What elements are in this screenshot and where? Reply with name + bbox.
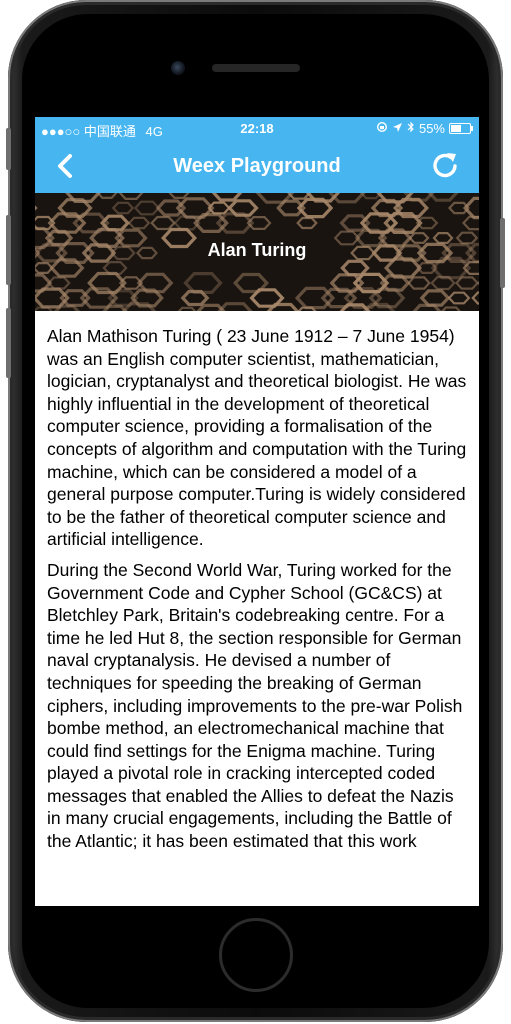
rotation-lock-icon: [376, 121, 388, 136]
volume-down-button: [6, 308, 11, 378]
hexagon-shape: [155, 199, 187, 217]
hexagon-shape: [339, 214, 371, 232]
hexagon-shape: [183, 271, 223, 295]
front-camera: [171, 61, 185, 75]
refresh-button[interactable]: [429, 149, 463, 183]
hexagon-shape: [471, 291, 479, 305]
hexagon-shape: [462, 196, 479, 220]
hexagon-shape: [384, 257, 422, 279]
article-paragraph: During the Second World War, Turing work…: [47, 559, 463, 852]
hexagon-shape: [427, 193, 459, 202]
banner-title: Alan Turing: [207, 240, 307, 260]
bluetooth-icon: [407, 121, 415, 136]
battery-icon: [449, 123, 473, 134]
hexagon-shape: [150, 215, 176, 231]
status-bar: ●●●○○ 中国联通 4G 22:18 55%: [35, 117, 479, 139]
refresh-icon: [433, 153, 457, 178]
article-paragraph: Alan Mathison Turing ( 23 June 1912 – 7 …: [47, 326, 467, 550]
power-button: [500, 218, 505, 288]
hexagon-shape: [412, 303, 442, 311]
hexagon-shape: [441, 306, 461, 311]
page-title: Weex Playground: [173, 155, 341, 177]
hexagon-shape: [340, 259, 370, 277]
battery-percent: 55%: [418, 121, 445, 136]
hero-banner: Alan Turing: [35, 193, 479, 311]
hexagon-shape: [127, 216, 151, 230]
hexagon-shape: [419, 289, 451, 307]
hexagon-shape: [54, 304, 80, 311]
hexagon-shape: [211, 193, 243, 202]
earpiece-speaker: [212, 64, 300, 72]
hexagon-shape: [454, 276, 479, 290]
hexagon-shape: [111, 201, 135, 215]
hexagon-shape: [133, 200, 161, 216]
hexagon-shape: [118, 193, 144, 201]
hexagon-shape: [407, 276, 431, 290]
volume-up-button: [6, 215, 11, 285]
hexagon-shape: [296, 216, 318, 230]
hexagon-shape: [96, 193, 118, 200]
battery-level-fill: [451, 125, 461, 132]
app-screen: ●●●○○ 中国联通 4G 22:18 55% Weex Playground: [35, 117, 479, 906]
hexagon-shape: [447, 291, 471, 305]
hexagon-shape: [177, 306, 197, 311]
article-body: Alan Mathison Turing ( 23 June 1912 – 7 …: [47, 325, 469, 861]
location-icon: [392, 121, 403, 136]
status-icons: 55%: [376, 121, 473, 136]
hexagon-shape: [35, 205, 38, 211]
navigation-bar: Weex Playground: [35, 139, 479, 193]
home-button[interactable]: [219, 918, 293, 992]
hexagon-shape: [168, 193, 190, 200]
mute-switch: [6, 128, 11, 170]
